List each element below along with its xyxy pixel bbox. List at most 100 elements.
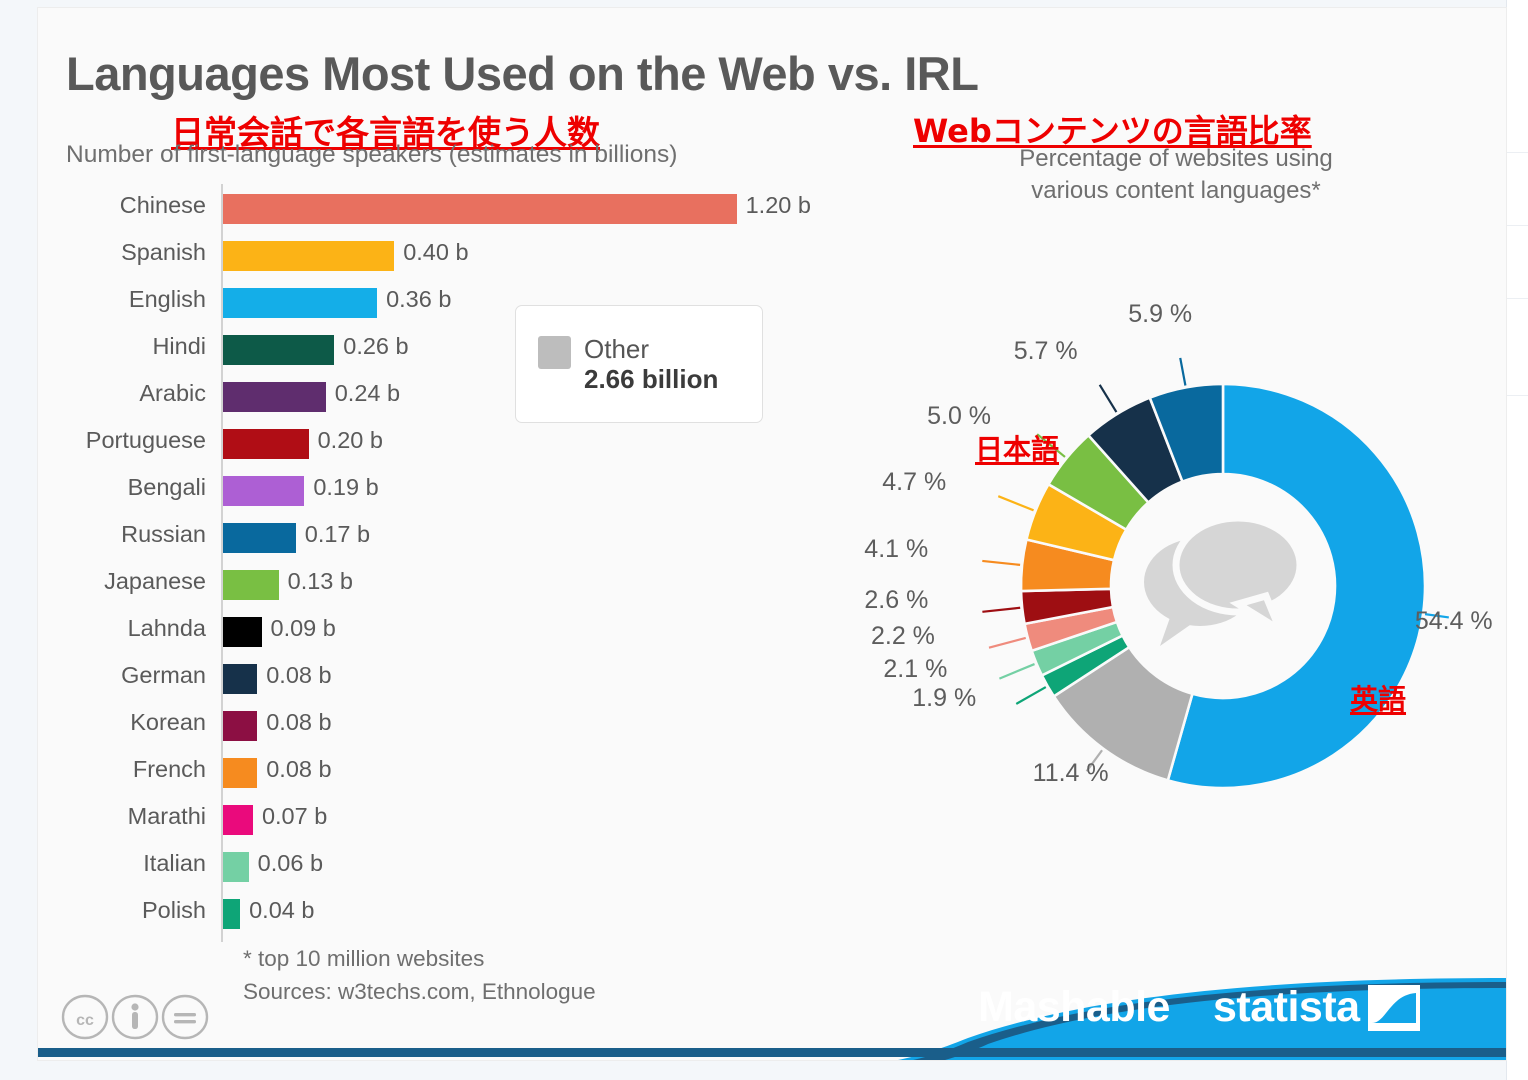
bar-value-label: 0.17 b — [304, 521, 371, 547]
donut-value-label: 11.4 % — [1032, 759, 1109, 788]
bar-segment — [223, 194, 737, 224]
bar-segment — [223, 758, 258, 788]
bar-category-label: French — [132, 756, 206, 782]
svg-text:cc: cc — [76, 1012, 94, 1029]
bar-value-label: 0.19 b — [313, 474, 379, 500]
infographic-root: Languages Most Used on the Web vs. IRL 日… — [0, 0, 1528, 1080]
right-chart-subtitle: Percentage of websites using various cont… — [956, 143, 1396, 206]
right-side-panel — [1506, 0, 1528, 1080]
statista-logo-mark — [1368, 985, 1420, 1031]
donut-leader-line — [997, 495, 1034, 512]
bar-category-label: Marathi — [127, 803, 206, 829]
bar-category-label: Lahnda — [127, 615, 206, 641]
bar-category-label: Bengali — [127, 474, 206, 500]
donut-value-label: 5.7 % — [1013, 336, 1078, 365]
bar-row: Chinese 1.20 b — [38, 190, 811, 228]
bar-value-label: 0.08 b — [266, 662, 332, 688]
bar-segment — [223, 711, 258, 741]
annotation-donut-japanese: 日本語 — [975, 433, 1060, 466]
bar-value-label: 0.26 b — [343, 333, 409, 359]
footnote-line-1: * top 10 million websites — [243, 946, 485, 971]
bar-category-label: Korean — [130, 709, 206, 735]
bar-category-label: Japanese — [104, 568, 206, 594]
bar-row: Polish 0.04 b — [38, 895, 798, 933]
bar-category-label: Arabic — [139, 380, 206, 406]
creative-commons-icons: cc — [58, 993, 228, 1041]
donut-value-label: 1.9 % — [912, 683, 977, 712]
annotation-donut-english: 英語 — [1350, 683, 1407, 716]
card-bottom-border — [38, 1048, 1506, 1057]
donut-value-label: 2.2 % — [870, 621, 935, 650]
bar-chart: Chinese 1.20 b Spanish 0.40 b English 0.36 b H… — [38, 184, 811, 944]
bar-category-label: German — [121, 662, 206, 688]
bar-value-label: 1.20 b — [745, 192, 811, 218]
infographic-card: Languages Most Used on the Web vs. IRL 日… — [38, 8, 1506, 1060]
bar-value-label: 0.08 b — [266, 756, 332, 782]
donut-value-label: 4.1 % — [864, 534, 929, 563]
bar-value-label: 0.08 b — [266, 709, 332, 735]
brand-mashable: Mashable — [978, 983, 1170, 1031]
bar-row: Bengali 0.19 b — [38, 472, 798, 510]
bar-category-label: Chinese — [119, 192, 206, 218]
bar-segment — [223, 523, 296, 553]
donut-leader-line — [982, 606, 1021, 613]
bar-value-label: 0.13 b — [287, 568, 353, 594]
legend-value-other: 2.66 billion — [584, 364, 719, 394]
bar-value-label: 0.24 b — [334, 380, 401, 406]
bar-category-label: Russian — [121, 521, 206, 547]
bar-row: Korean 0.08 b — [38, 707, 798, 745]
donut-value-label: 4.7 % — [882, 468, 947, 497]
bar-value-label: 0.36 b — [386, 286, 452, 312]
donut-value-label: 5.0 % — [927, 402, 992, 431]
bar-row: German 0.08 b — [38, 660, 798, 698]
bar-segment — [223, 805, 253, 835]
donut-value-label: 5.9 % — [1128, 299, 1193, 328]
bar-row: Russian 0.17 b — [38, 519, 798, 557]
bar-segment — [223, 382, 326, 412]
donut-leader-line — [982, 559, 1021, 566]
legend-swatch-other — [538, 336, 571, 369]
bar-segment — [223, 852, 249, 882]
bar-segment — [223, 335, 335, 365]
bar-row: Portuguese 0.20 b — [38, 425, 798, 463]
bar-row: Japanese 0.13 b — [38, 566, 798, 604]
donut-leader-line — [1098, 384, 1118, 413]
bar-segment — [223, 899, 241, 929]
bar-category-label: English — [128, 286, 206, 312]
footnote-line-2: Sources: w3techs.com, Ethnologue — [243, 979, 596, 1005]
bar-segment — [223, 288, 378, 318]
bar-category-label: Italian — [143, 850, 206, 876]
bar-row: Spanish 0.40 b — [38, 237, 798, 275]
bar-value-label: 0.04 b — [249, 897, 315, 923]
bar-value-label: 0.09 b — [270, 615, 336, 641]
bar-row: French 0.08 b — [38, 754, 798, 792]
bar-segment — [223, 664, 258, 694]
legend-label-other: Other — [584, 334, 650, 364]
bar-row: Marathi 0.07 b — [38, 801, 798, 839]
bar-segment — [223, 617, 262, 647]
bar-value-label: 0.07 b — [261, 803, 328, 829]
left-chart-subtitle: Number of first-language speakers (estim… — [66, 141, 678, 168]
speech-bubbles-icon — [1144, 520, 1304, 646]
donut-leader-line — [999, 663, 1035, 680]
bar-row: Lahnda 0.09 b — [38, 613, 798, 651]
subtitle-line: various content languages* — [1031, 176, 1321, 204]
bar-segment — [223, 429, 309, 459]
donut-leader-line — [988, 636, 1027, 649]
bar-row: Italian 0.06 b — [38, 848, 798, 886]
bar-segment — [223, 241, 395, 271]
donut-value-label: 2.6 % — [864, 585, 929, 614]
bar-value-label: 0.06 b — [257, 850, 324, 876]
footnote: * top 10 million websites Sources: w3tec… — [243, 942, 596, 1009]
bar-category-label: Spanish — [121, 239, 206, 265]
donut-chart: 54.4 % 11.4 % 1.9 % 2.1 % 2.2 % 2.6 % 4.1 % 4.7… — [798, 238, 1506, 918]
donut-value-label: 54.4 % — [1414, 607, 1493, 636]
other-legend-box: Other 2.66 billion — [515, 305, 763, 423]
subtitle-line: Percentage of websites using — [1019, 145, 1333, 172]
donut-leader-line — [1179, 357, 1187, 386]
bar-category-label: Hindi — [152, 333, 206, 359]
brand-statista: statista — [1213, 983, 1360, 1031]
bar-category-label: Portuguese — [85, 427, 206, 453]
bar-segment — [223, 570, 279, 600]
donut-value-label: 2.1 % — [883, 654, 948, 683]
